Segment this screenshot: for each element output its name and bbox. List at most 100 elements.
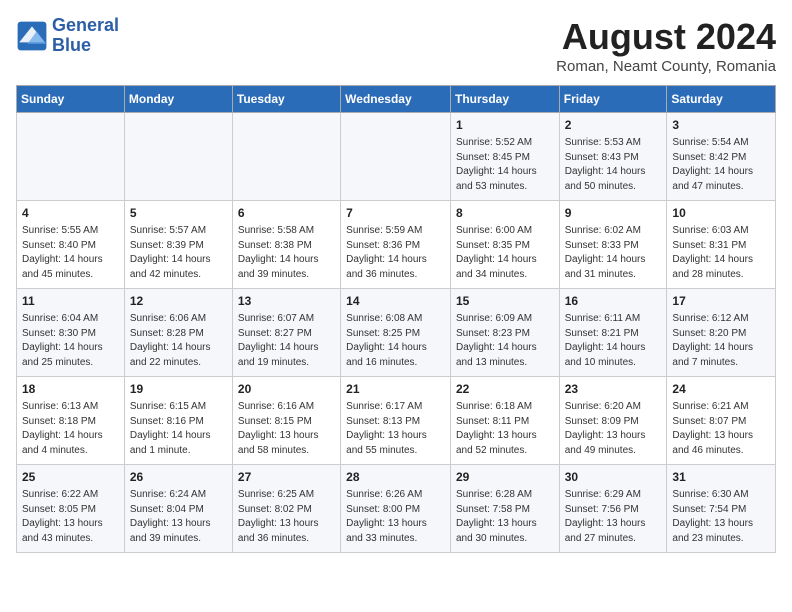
day-info: Sunrise: 6:06 AM Sunset: 8:28 PM Dayligh…: [130, 312, 227, 370]
day-info: Sunrise: 6:07 AM Sunset: 8:27 PM Dayligh…: [238, 312, 335, 370]
day-number: 19: [130, 381, 227, 398]
day-number: 5: [130, 205, 227, 222]
day-info: Sunrise: 6:13 AM Sunset: 8:18 PM Dayligh…: [22, 400, 119, 458]
calendar-cell: 16Sunrise: 6:11 AM Sunset: 8:21 PM Dayli…: [559, 289, 667, 377]
calendar-cell: 6Sunrise: 5:58 AM Sunset: 8:38 PM Daylig…: [232, 201, 340, 289]
day-info: Sunrise: 6:09 AM Sunset: 8:23 PM Dayligh…: [456, 312, 554, 370]
weekday-header-tuesday: Tuesday: [232, 86, 340, 113]
day-info: Sunrise: 6:20 AM Sunset: 8:09 PM Dayligh…: [565, 400, 662, 458]
calendar-cell: [124, 113, 232, 201]
day-number: 30: [565, 469, 662, 486]
day-info: Sunrise: 6:26 AM Sunset: 8:00 PM Dayligh…: [346, 488, 445, 546]
day-number: 1: [456, 117, 554, 134]
calendar-cell: 30 Sunrise: 6:29 AM Sunset: 7:56 PM Dayli…: [559, 465, 667, 553]
calendar-cell: 8Sunrise: 6:00 AM Sunset: 8:35 PM Daylig…: [450, 201, 559, 289]
day-info: Sunrise: 6:24 AM Sunset: 8:04 PM Dayligh…: [130, 488, 227, 546]
day-info: Sunrise: 5:53 AM Sunset: 8:43 PM Dayligh…: [565, 136, 662, 194]
day-number: 4: [22, 205, 119, 222]
day-number: 18: [22, 381, 119, 398]
day-number: 25: [22, 469, 119, 486]
day-info: Sunrise: 6:04 AM Sunset: 8:30 PM Dayligh…: [22, 312, 119, 370]
day-info: Sunrise: 6:29 AM Sunset: 7:56 PM Dayligh…: [565, 488, 662, 546]
day-info: Sunrise: 5:55 AM Sunset: 8:40 PM Dayligh…: [22, 224, 119, 282]
week-row-3: 11Sunrise: 6:04 AM Sunset: 8:30 PM Dayli…: [17, 289, 776, 377]
week-row-5: 25 Sunrise: 6:22 AM Sunset: 8:05 PM Dayli…: [17, 465, 776, 553]
page-header: General Blue August 2024 Roman, Neamt Co…: [16, 16, 776, 75]
calendar-cell: 25 Sunrise: 6:22 AM Sunset: 8:05 PM Dayli…: [17, 465, 125, 553]
title-block: August 2024 Roman, Neamt County, Romania: [556, 16, 776, 75]
calendar-cell: 14 Sunrise: 6:08 AM Sunset: 8:25 PM Dayli…: [341, 289, 451, 377]
calendar-cell: 28Sunrise: 6:26 AM Sunset: 8:00 PM Dayli…: [341, 465, 451, 553]
header-row: SundayMondayTuesdayWednesdayThursdayFrid…: [17, 86, 776, 113]
calendar-cell: 5Sunrise: 5:57 AM Sunset: 8:39 PM Daylig…: [124, 201, 232, 289]
calendar-subtitle: Roman, Neamt County, Romania: [556, 58, 776, 75]
calendar-cell: [17, 113, 125, 201]
logo-line2: Blue: [52, 36, 119, 56]
day-info: Sunrise: 6:28 AM Sunset: 7:58 PM Dayligh…: [456, 488, 554, 546]
logo-line1: General: [52, 16, 119, 36]
weekday-header-friday: Friday: [559, 86, 667, 113]
day-info: Sunrise: 6:15 AM Sunset: 8:16 PM Dayligh…: [130, 400, 227, 458]
calendar-cell: 22 Sunrise: 6:18 AM Sunset: 8:11 PM Dayli…: [450, 377, 559, 465]
calendar-cell: 21 Sunrise: 6:17 AM Sunset: 8:13 PM Dayli…: [341, 377, 451, 465]
week-row-2: 4 Sunrise: 5:55 AM Sunset: 8:40 PM Daylig…: [17, 201, 776, 289]
calendar-title: August 2024: [556, 16, 776, 58]
day-number: 14: [346, 293, 445, 310]
day-number: 29: [456, 469, 554, 486]
calendar-cell: 1 Sunrise: 5:52 AM Sunset: 8:45 PM Daylig…: [450, 113, 559, 201]
weekday-header-saturday: Saturday: [667, 86, 776, 113]
day-info: Sunrise: 6:12 AM Sunset: 8:20 PM Dayligh…: [672, 312, 770, 370]
day-number: 20: [238, 381, 335, 398]
day-info: Sunrise: 6:21 AM Sunset: 8:07 PM Dayligh…: [672, 400, 770, 458]
week-row-4: 18 Sunrise: 6:13 AM Sunset: 8:18 PM Dayli…: [17, 377, 776, 465]
calendar-cell: [341, 113, 451, 201]
calendar-cell: 29 Sunrise: 6:28 AM Sunset: 7:58 PM Dayli…: [450, 465, 559, 553]
day-number: 17: [672, 293, 770, 310]
calendar-cell: 27Sunrise: 6:25 AM Sunset: 8:02 PM Dayli…: [232, 465, 340, 553]
calendar-cell: 17 Sunrise: 6:12 AM Sunset: 8:20 PM Dayli…: [667, 289, 776, 377]
day-info: Sunrise: 6:00 AM Sunset: 8:35 PM Dayligh…: [456, 224, 554, 282]
day-number: 21: [346, 381, 445, 398]
day-number: 22: [456, 381, 554, 398]
day-info: Sunrise: 6:30 AM Sunset: 7:54 PM Dayligh…: [672, 488, 770, 546]
weekday-header-monday: Monday: [124, 86, 232, 113]
day-info: Sunrise: 5:52 AM Sunset: 8:45 PM Dayligh…: [456, 136, 554, 194]
calendar-cell: 10Sunrise: 6:03 AM Sunset: 8:31 PM Dayli…: [667, 201, 776, 289]
day-number: 2: [565, 117, 662, 134]
calendar-cell: [232, 113, 340, 201]
day-number: 31: [672, 469, 770, 486]
day-info: Sunrise: 6:22 AM Sunset: 8:05 PM Dayligh…: [22, 488, 119, 546]
day-number: 24: [672, 381, 770, 398]
calendar-cell: 20Sunrise: 6:16 AM Sunset: 8:15 PM Dayli…: [232, 377, 340, 465]
day-number: 10: [672, 205, 770, 222]
logo: General Blue: [16, 16, 119, 56]
calendar-cell: 15 Sunrise: 6:09 AM Sunset: 8:23 PM Dayli…: [450, 289, 559, 377]
day-number: 6: [238, 205, 335, 222]
day-number: 15: [456, 293, 554, 310]
calendar-cell: 12 Sunrise: 6:06 AM Sunset: 8:28 PM Dayli…: [124, 289, 232, 377]
weekday-header-wednesday: Wednesday: [341, 86, 451, 113]
day-number: 13: [238, 293, 335, 310]
calendar-table: SundayMondayTuesdayWednesdayThursdayFrid…: [16, 85, 776, 553]
calendar-cell: 9Sunrise: 6:02 AM Sunset: 8:33 PM Daylig…: [559, 201, 667, 289]
day-info: Sunrise: 6:18 AM Sunset: 8:11 PM Dayligh…: [456, 400, 554, 458]
calendar-cell: 31 Sunrise: 6:30 AM Sunset: 7:54 PM Dayli…: [667, 465, 776, 553]
day-info: Sunrise: 6:08 AM Sunset: 8:25 PM Dayligh…: [346, 312, 445, 370]
day-number: 26: [130, 469, 227, 486]
day-number: 23: [565, 381, 662, 398]
day-number: 12: [130, 293, 227, 310]
day-number: 7: [346, 205, 445, 222]
day-info: Sunrise: 6:17 AM Sunset: 8:13 PM Dayligh…: [346, 400, 445, 458]
calendar-cell: 24 Sunrise: 6:21 AM Sunset: 8:07 PM Dayli…: [667, 377, 776, 465]
day-info: Sunrise: 6:11 AM Sunset: 8:21 PM Dayligh…: [565, 312, 662, 370]
day-info: Sunrise: 5:54 AM Sunset: 8:42 PM Dayligh…: [672, 136, 770, 194]
calendar-cell: 19 Sunrise: 6:15 AM Sunset: 8:16 PM Dayli…: [124, 377, 232, 465]
calendar-cell: 23 Sunrise: 6:20 AM Sunset: 8:09 PM Dayli…: [559, 377, 667, 465]
logo-icon: [16, 20, 48, 52]
weekday-header-thursday: Thursday: [450, 86, 559, 113]
calendar-cell: 13 Sunrise: 6:07 AM Sunset: 8:27 PM Dayli…: [232, 289, 340, 377]
calendar-cell: 11Sunrise: 6:04 AM Sunset: 8:30 PM Dayli…: [17, 289, 125, 377]
day-number: 3: [672, 117, 770, 134]
calendar-cell: 7Sunrise: 5:59 AM Sunset: 8:36 PM Daylig…: [341, 201, 451, 289]
calendar-cell: 3 Sunrise: 5:54 AM Sunset: 8:42 PM Daylig…: [667, 113, 776, 201]
